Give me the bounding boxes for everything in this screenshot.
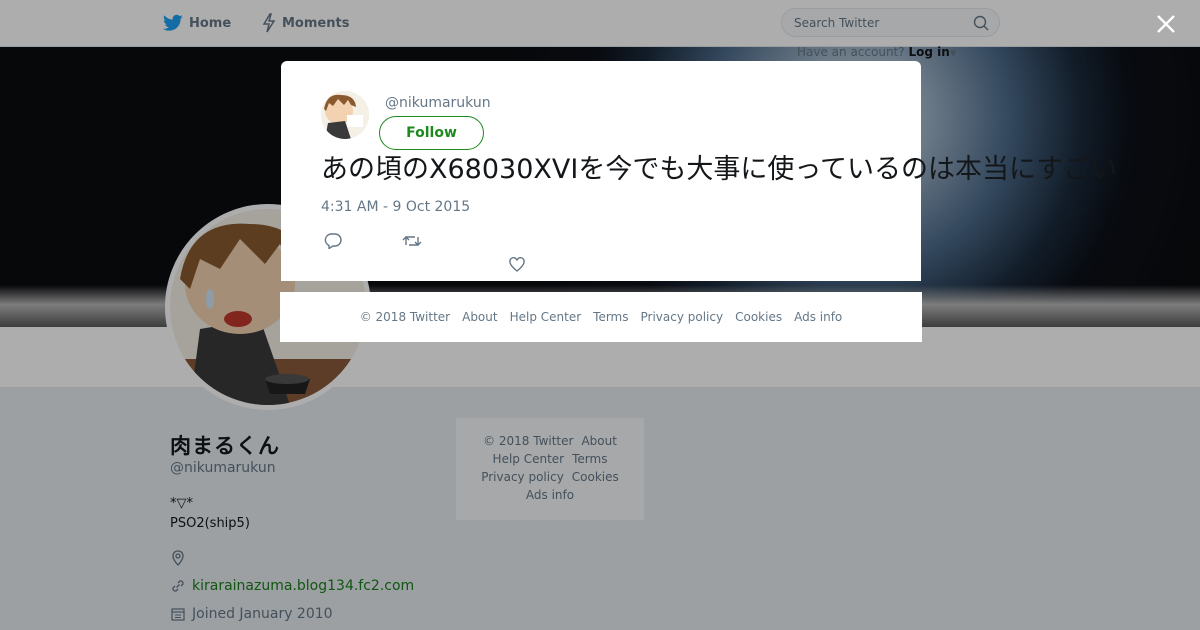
tweet-text: あの頃のX68030XVIを今でも大事に使っているのは本当にすごい (321, 154, 1118, 185)
reply-icon[interactable] (324, 233, 342, 249)
retweet-icon[interactable] (402, 233, 422, 249)
tweet-modal: @nikumarukun Follow あの頃のX68030XVIを今でも大事に… (281, 61, 1117, 281)
modal-footer-about-link[interactable]: About (462, 310, 497, 324)
tweet-author-avatar[interactable] (321, 91, 369, 139)
modal-footer-privacy-link[interactable]: Privacy policy (641, 310, 724, 324)
avatar-illustration (321, 91, 369, 139)
follow-button[interactable]: Follow (379, 116, 484, 150)
modal-footer-cookies-link[interactable]: Cookies (735, 310, 782, 324)
modal-footer-terms-link[interactable]: Terms (593, 310, 628, 324)
modal-footer: © 2018 Twitter About Help Center Terms P… (280, 292, 922, 342)
modal-footer-help-link[interactable]: Help Center (510, 310, 582, 324)
close-icon[interactable] (1154, 12, 1178, 36)
modal-footer-copyright: © 2018 Twitter (359, 310, 451, 324)
modal-footer-ads-link[interactable]: Ads info (794, 310, 842, 324)
tweet-author-handle[interactable]: @nikumarukun (385, 95, 491, 111)
heart-icon[interactable] (509, 257, 525, 273)
tweet-timestamp[interactable]: 4:31 AM - 9 Oct 2015 (321, 199, 470, 215)
